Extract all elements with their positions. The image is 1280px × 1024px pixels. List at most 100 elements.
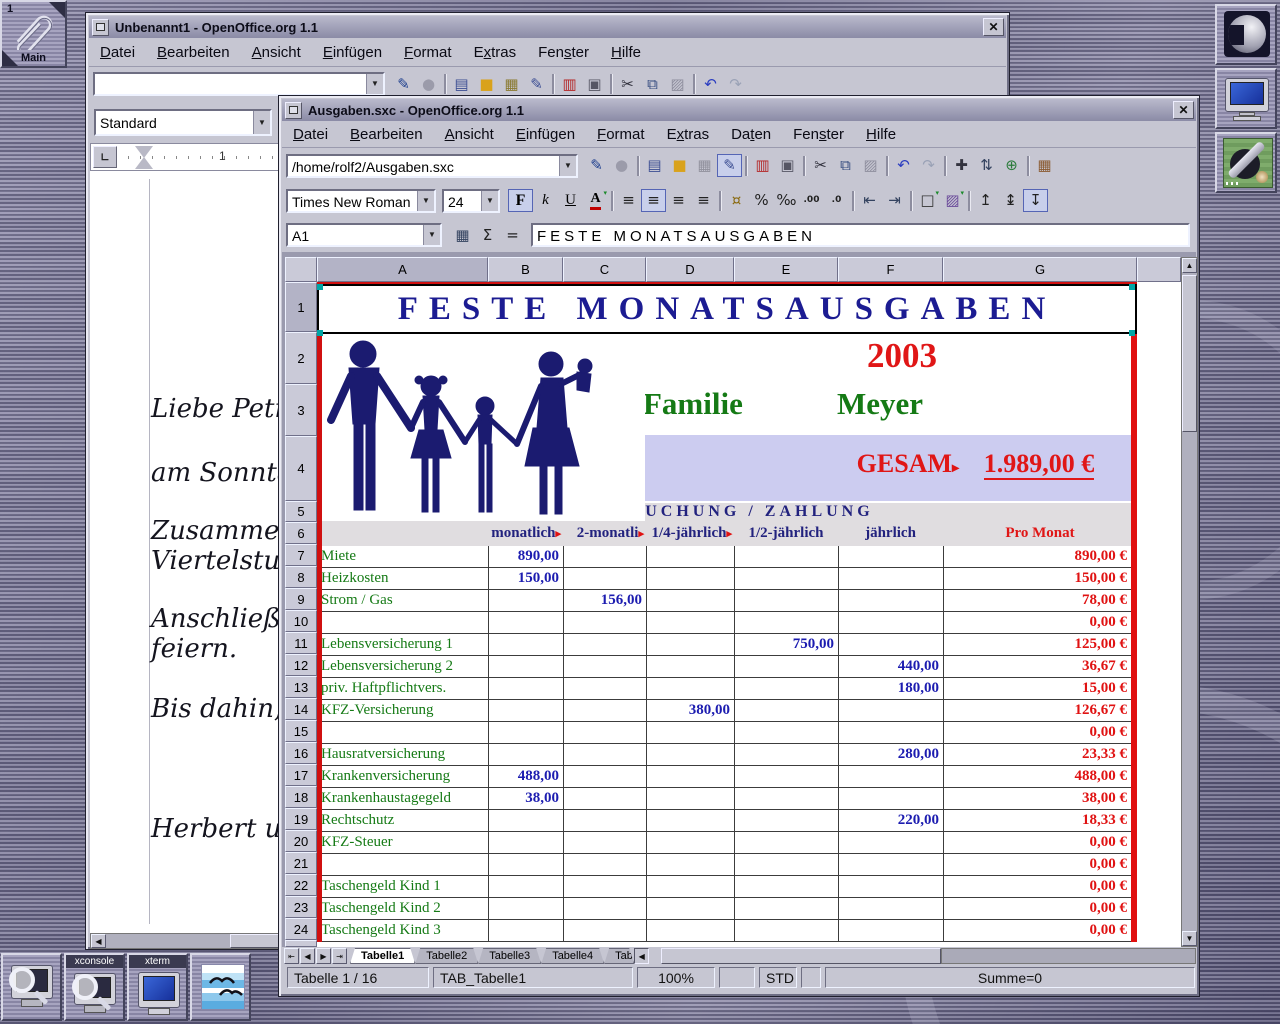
row-header-11[interactable]: 11 xyxy=(285,632,317,654)
cell-e12[interactable] xyxy=(734,656,838,677)
chevron-down-icon[interactable]: ▼ xyxy=(417,191,434,211)
tabstop-type-button[interactable]: ∟ xyxy=(93,146,117,168)
column-header-C[interactable]: C xyxy=(563,257,646,282)
cell-g9[interactable]: 78,00 € xyxy=(943,590,1137,611)
printer-icon[interactable]: ▣ xyxy=(775,154,800,177)
menu-fenster[interactable]: Fenster xyxy=(527,39,600,66)
next-sheet-button[interactable]: ▶ xyxy=(316,948,331,964)
prev-sheet-button[interactable]: ◀ xyxy=(300,948,315,964)
sheet-row-18[interactable]: Krankenhaustagegeld38,0038,00 € xyxy=(317,788,1137,810)
align-top-button[interactable]: ↥ xyxy=(973,189,998,212)
equals-icon[interactable]: = xyxy=(500,224,525,247)
cell-e20[interactable] xyxy=(734,832,838,853)
row-header-24[interactable]: 24 xyxy=(285,918,317,940)
sheet-row-14[interactable]: KFZ-Versicherung380,00126,67 € xyxy=(317,700,1137,722)
menu-bearbeiten[interactable]: Bearbeiten xyxy=(339,121,434,147)
cell-f16[interactable]: 280,00 xyxy=(838,744,943,765)
scroll-left-button[interactable]: ◀ xyxy=(91,934,106,948)
column-header-E[interactable]: E xyxy=(734,257,838,282)
cell-label[interactable]: Taschengeld Kind 1 xyxy=(317,876,488,897)
menu-fenster[interactable]: Fenster xyxy=(782,121,855,147)
cell-g24[interactable]: 0,00 € xyxy=(943,920,1137,941)
row-header-15[interactable]: 15 xyxy=(285,720,317,742)
paragraph-style-field[interactable]: Standard xyxy=(96,111,253,134)
dock-tools-button[interactable] xyxy=(1215,132,1277,193)
font-name-field[interactable]: Times New Roman xyxy=(288,191,417,211)
background-color-button[interactable]: ▨▾ xyxy=(940,189,965,212)
cell-c7[interactable] xyxy=(563,546,646,567)
workspace-main-button[interactable]: 1 Main xyxy=(0,0,67,68)
cell-f15[interactable] xyxy=(838,722,943,743)
sheet-row-17[interactable]: Krankenversicherung488,00488,00 € xyxy=(317,766,1137,788)
redo-icon[interactable]: ↷ xyxy=(723,73,748,96)
formula-input-field[interactable]: FESTE MONATSAUSGABEN xyxy=(533,225,1188,245)
cell-label[interactable]: Miete xyxy=(317,546,488,567)
url-field[interactable] xyxy=(95,74,366,94)
cell-b15[interactable] xyxy=(488,722,563,743)
cell-b9[interactable] xyxy=(488,590,563,611)
row-header-9[interactable]: 9 xyxy=(285,588,317,610)
cell-b11[interactable] xyxy=(488,634,563,655)
function-wizard-icon[interactable]: ▦ xyxy=(450,224,475,247)
navigator-icon[interactable]: ✚ xyxy=(949,154,974,177)
copy-icon[interactable]: ⧉ xyxy=(833,154,858,177)
status-zoom[interactable]: 100% xyxy=(637,967,715,988)
cell-family-label[interactable]: Familie xyxy=(643,386,783,422)
cell-c23[interactable] xyxy=(563,898,646,919)
cell-d18[interactable] xyxy=(646,788,734,809)
scroll-up-button[interactable]: ▲ xyxy=(1182,258,1197,273)
cell-g14[interactable]: 126,67 € xyxy=(943,700,1137,721)
undo-icon[interactable]: ↶ xyxy=(698,73,723,96)
cell-d19[interactable] xyxy=(646,810,734,831)
menu-datei[interactable]: Datei xyxy=(89,39,146,66)
paragraph-style-combobox[interactable]: Standard ▼ xyxy=(94,109,272,136)
menu-einf-gen[interactable]: Einfügen xyxy=(312,39,393,66)
cell-label[interactable]: KFZ-Steuer xyxy=(317,832,488,853)
formula-input[interactable]: FESTE MONATSAUSGABEN xyxy=(531,223,1190,247)
cell-label[interactable]: Taschengeld Kind 2 xyxy=(317,898,488,919)
cell-f19[interactable]: 220,00 xyxy=(838,810,943,831)
cell-g23[interactable]: 0,00 € xyxy=(943,898,1137,919)
scroll-down-button[interactable]: ▼ xyxy=(1182,931,1197,946)
menu-bearbeiten[interactable]: Bearbeiten xyxy=(146,39,241,66)
row-header-5[interactable]: 5 xyxy=(285,501,317,522)
align-left-button[interactable]: ≡ xyxy=(616,189,641,212)
menu-datei[interactable]: Datei xyxy=(282,121,339,147)
row-header-16[interactable]: 16 xyxy=(285,742,317,764)
sheet-row-7[interactable]: Miete890,00890,00 € xyxy=(317,546,1137,568)
cell-b12[interactable] xyxy=(488,656,563,677)
sort-icon[interactable]: ⇅ xyxy=(974,154,999,177)
open-document-icon[interactable]: ■ xyxy=(667,154,692,177)
cell-g11[interactable]: 125,00 € xyxy=(943,634,1137,655)
cell-d24[interactable] xyxy=(646,920,734,941)
tab-scroll-left-button[interactable]: ◀ xyxy=(634,948,649,964)
first-sheet-button[interactable]: ⇤ xyxy=(284,948,299,964)
cell-e11[interactable]: 750,00 xyxy=(734,634,838,655)
menu-extras[interactable]: Extras xyxy=(656,121,721,147)
cell-label[interactable]: Strom / Gas xyxy=(317,590,488,611)
row-header-18[interactable]: 18 xyxy=(285,786,317,808)
paste-icon[interactable]: ▨ xyxy=(665,73,690,96)
chevron-down-icon[interactable]: ▼ xyxy=(559,156,576,176)
row-header-17[interactable]: 17 xyxy=(285,764,317,786)
cell-label[interactable]: Hausratversicherung xyxy=(317,744,488,765)
cell-total-label[interactable]: GESAM▸ xyxy=(787,449,959,479)
cell-c16[interactable] xyxy=(563,744,646,765)
status-sheet-position[interactable]: Tabelle 1 / 16 xyxy=(287,967,429,988)
cell-c12[interactable] xyxy=(563,656,646,677)
horizontal-scrollbar-thumb[interactable] xyxy=(661,948,941,964)
url-combobox[interactable]: ▼ xyxy=(93,72,385,96)
menu-ansicht[interactable]: Ansicht xyxy=(434,121,505,147)
cell-label[interactable] xyxy=(317,722,488,743)
row-header-23[interactable]: 23 xyxy=(285,896,317,918)
font-color-button[interactable]: A▾ xyxy=(583,189,608,212)
sheet-tab-tab[interactable]: Tab xyxy=(604,948,634,964)
sheet-tab-tabelle4[interactable]: Tabelle4 xyxy=(541,948,604,964)
cell-g16[interactable]: 23,33 € xyxy=(943,744,1137,765)
sheet-tab-tabelle1[interactable]: Tabelle1 xyxy=(350,948,415,964)
menu-ansicht[interactable]: Ansicht xyxy=(241,39,312,66)
select-all-corner[interactable] xyxy=(285,257,317,282)
row-header-22[interactable]: 22 xyxy=(285,874,317,896)
cell-f8[interactable] xyxy=(838,568,943,589)
align-bottom-button[interactable]: ↧ xyxy=(1023,189,1048,212)
